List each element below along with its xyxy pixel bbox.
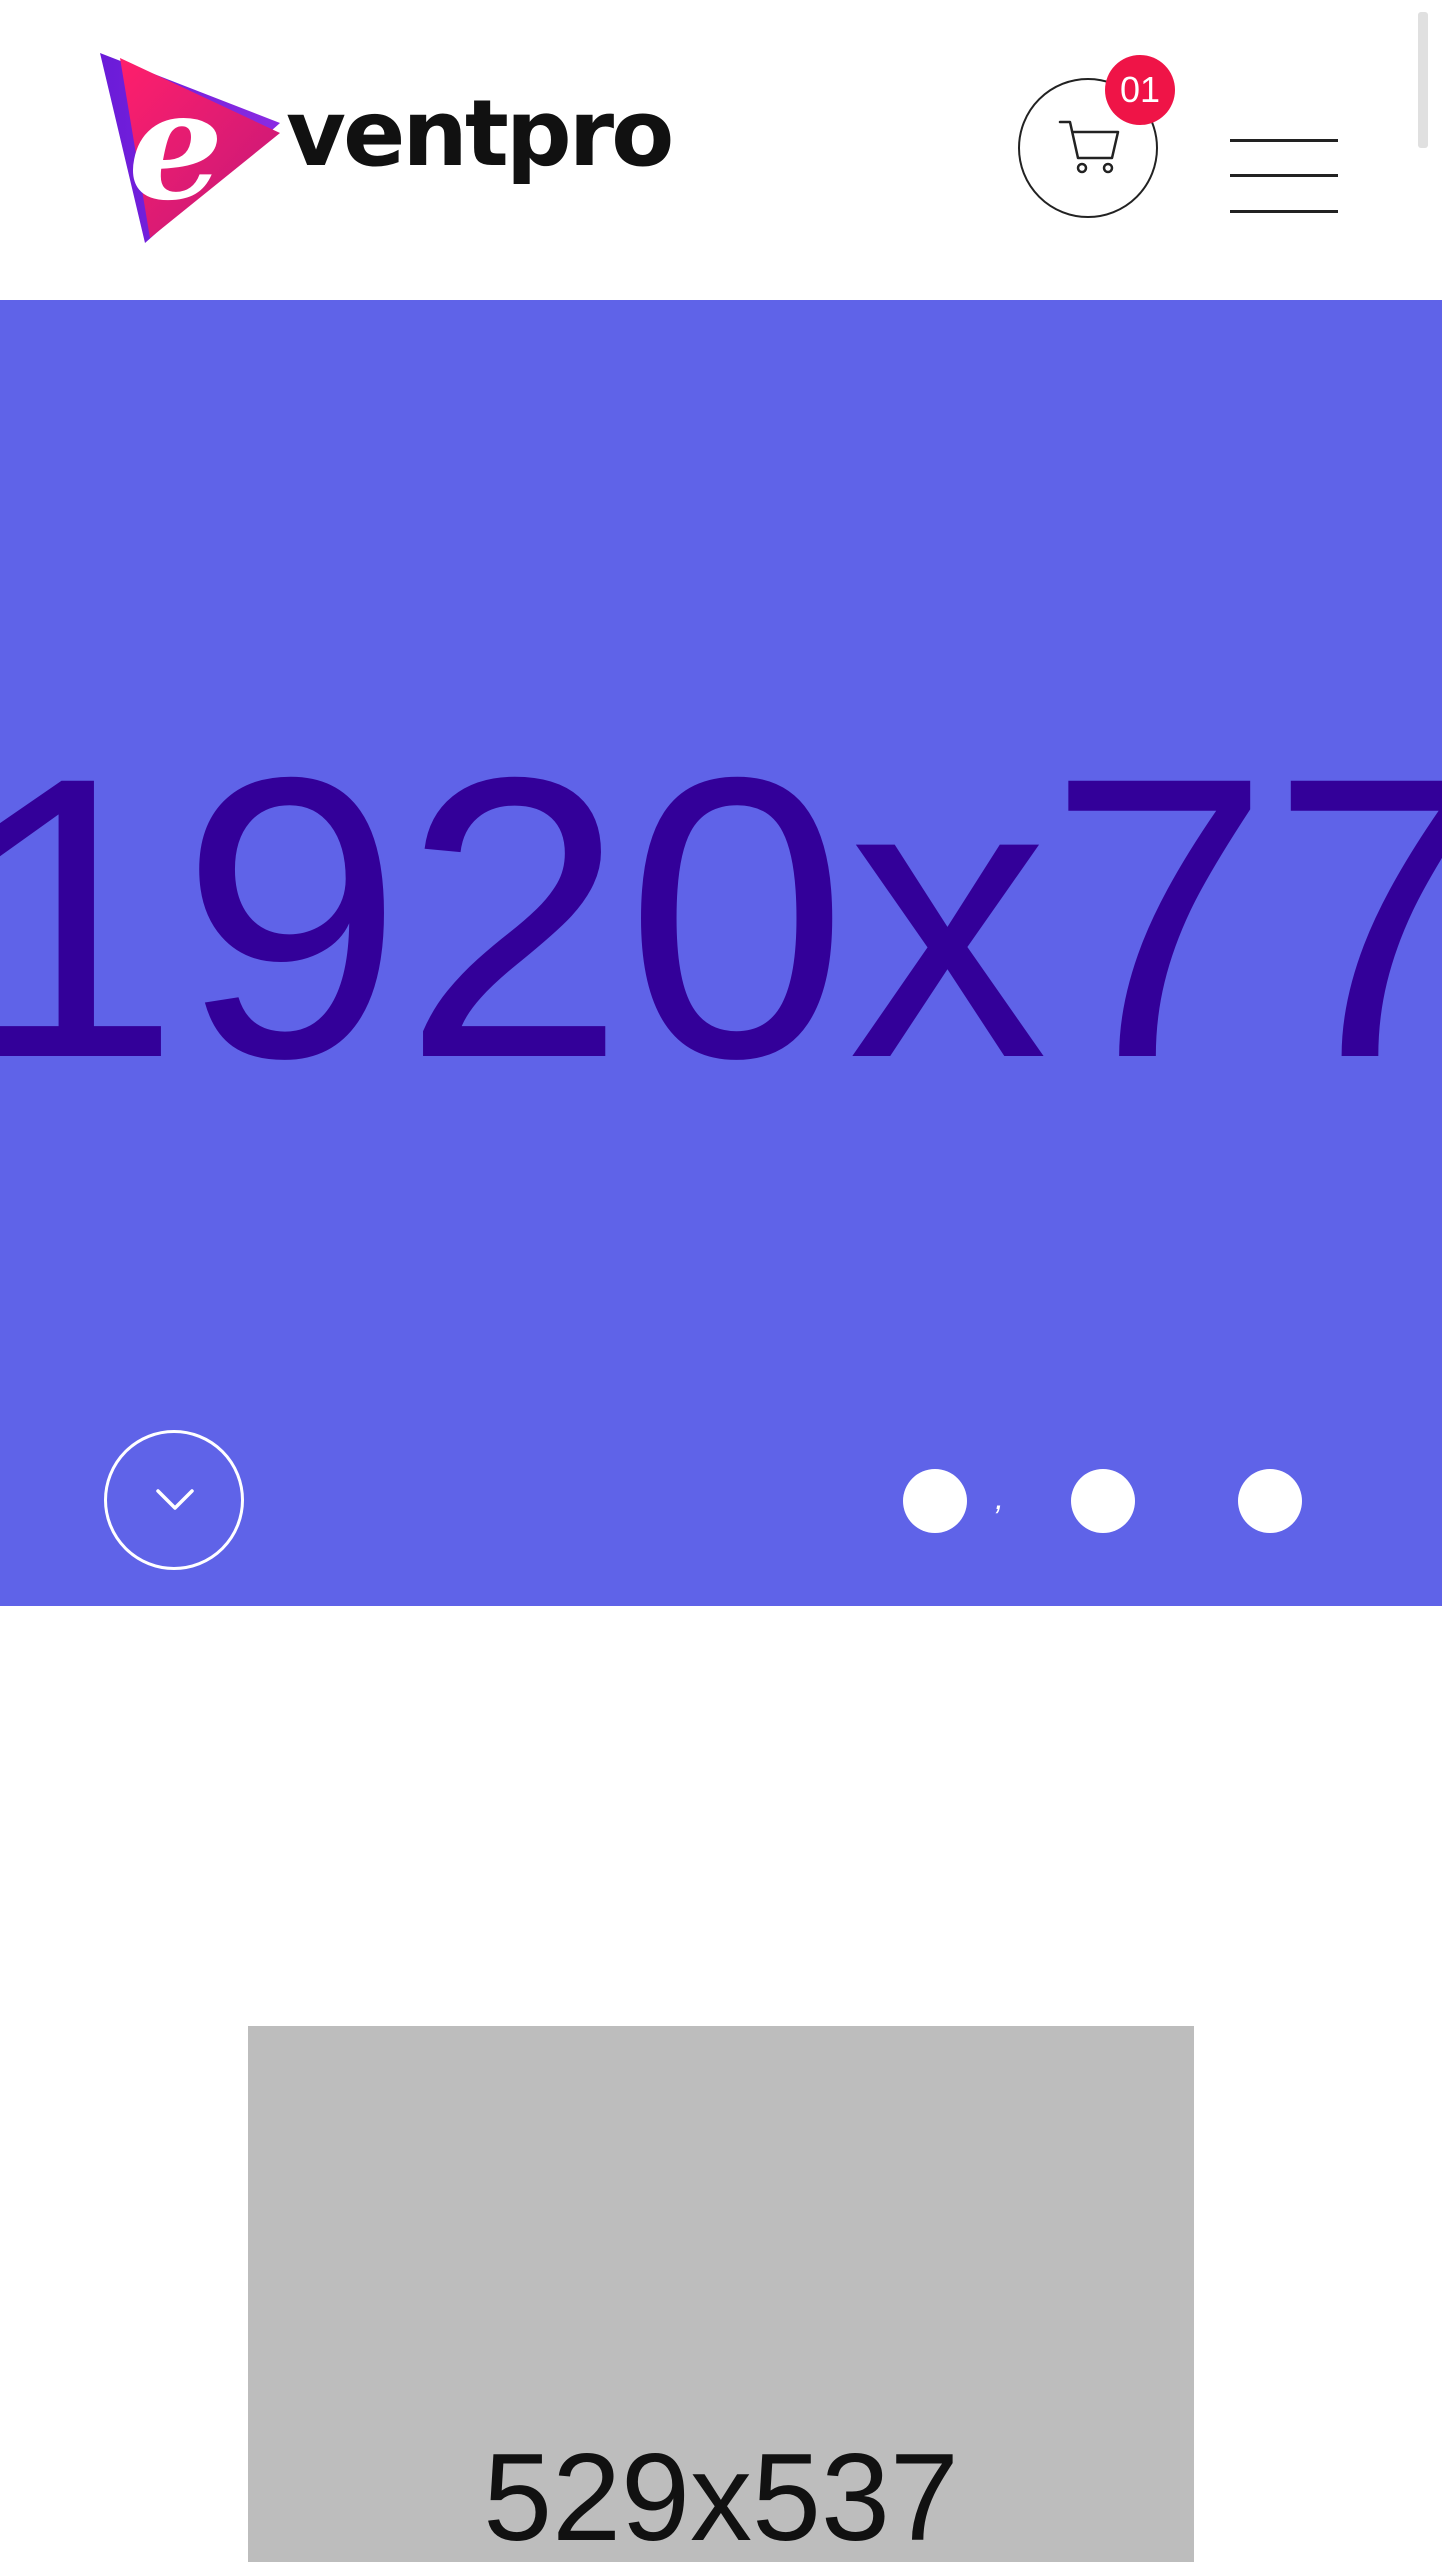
content-image-placeholder-text: 529x537 [483, 2429, 959, 2562]
slider-dot-separator: , [995, 1480, 1004, 1516]
slider-dot-2[interactable] [1071, 1469, 1135, 1533]
site-header: e ventpro 01 [0, 0, 1442, 300]
scrollbar[interactable] [1418, 12, 1428, 148]
hamburger-menu-icon [1230, 139, 1338, 142]
hero-slider: 1920x772 , [0, 300, 1442, 1606]
page: e ventpro 01 1920x772 , [0, 0, 1442, 2562]
hamburger-menu-button[interactable] [1230, 135, 1338, 219]
slider-dot-1[interactable] [903, 1469, 967, 1533]
hero-image-placeholder-text: 1920x772 [0, 694, 1442, 1141]
chevron-down-icon [156, 1489, 194, 1510]
content-image-placeholder: 529x537 [248, 2026, 1194, 2562]
logo-text: ventpro [286, 80, 674, 187]
cart-icon [1058, 120, 1120, 174]
scroll-down-button[interactable] [104, 1430, 244, 1570]
svg-text:e: e [128, 58, 223, 234]
hamburger-menu-icon [1230, 174, 1338, 177]
slider-dot-3[interactable] [1238, 1469, 1302, 1533]
logo-mark-icon: e [100, 53, 280, 243]
cart-count-badge: 01 [1105, 55, 1175, 125]
site-logo[interactable]: e ventpro [100, 48, 680, 248]
hamburger-menu-icon [1230, 210, 1338, 213]
